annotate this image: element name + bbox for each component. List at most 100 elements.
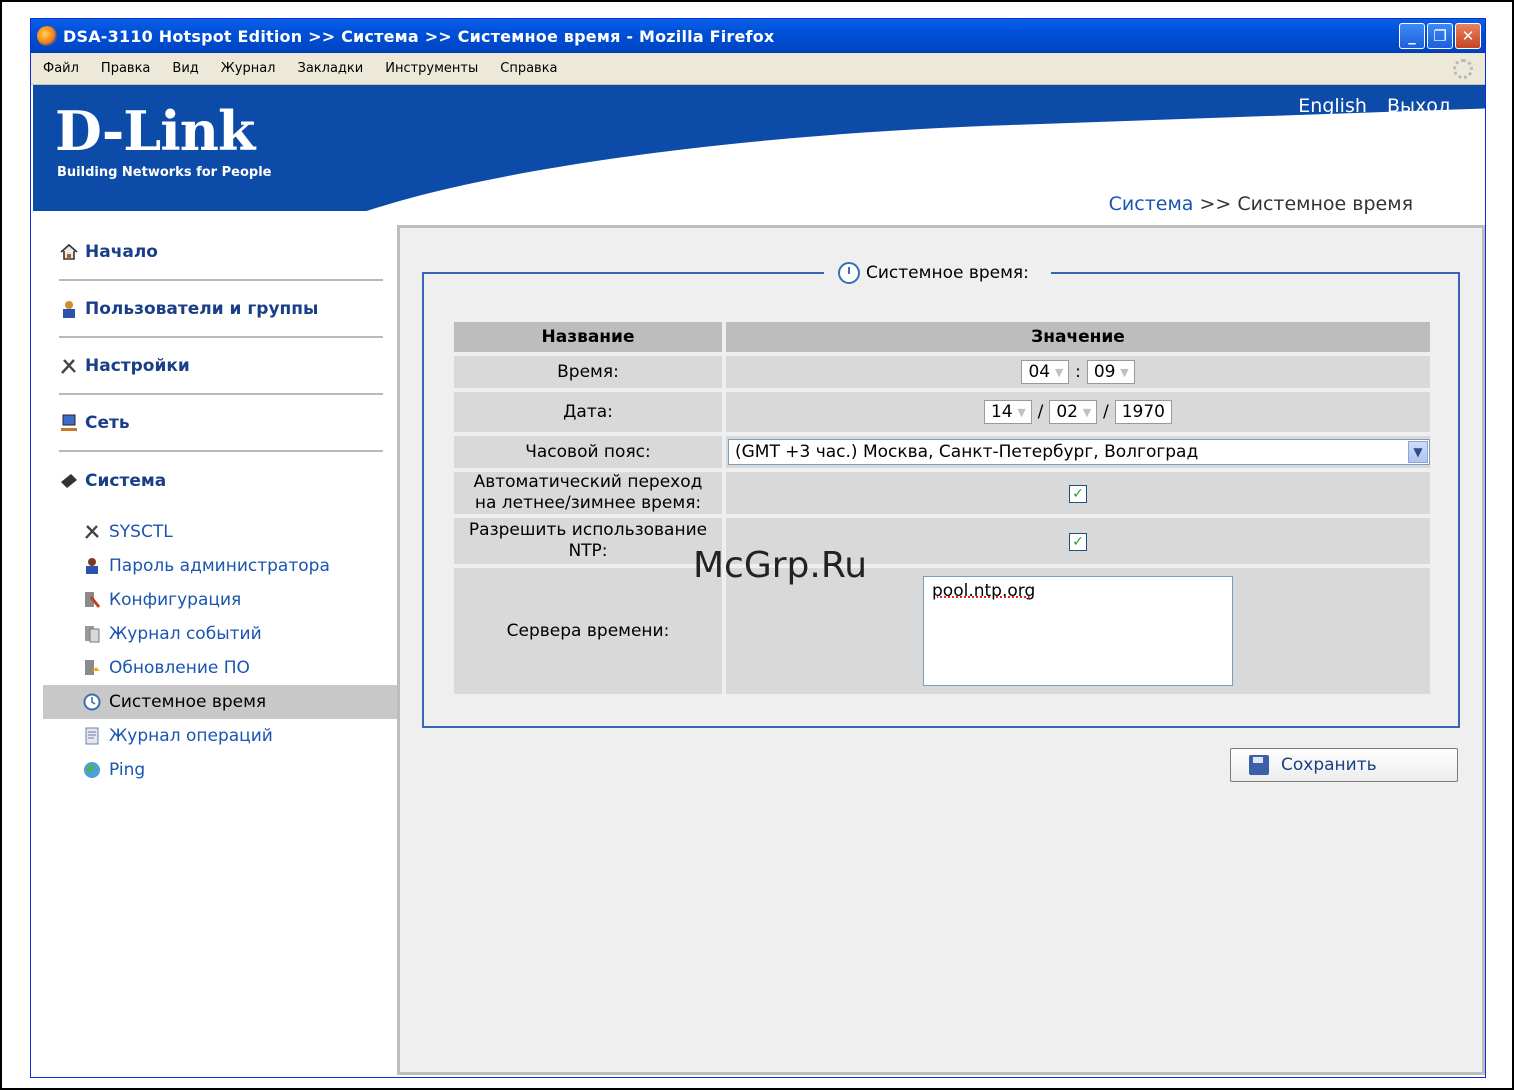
day-value: 14	[990, 402, 1013, 422]
menu-tools[interactable]: Инструменты	[385, 61, 478, 76]
system-time-fieldset: Системное время: Название Значение Время…	[422, 260, 1460, 728]
breadcrumb-system-link[interactable]: Система	[1109, 193, 1194, 215]
day-select[interactable]: 14 ▼	[983, 400, 1032, 424]
column-header-value: Значение	[726, 322, 1430, 352]
time-separator: :	[1075, 362, 1081, 382]
table-row-timezone: Часовой пояс: (GMT +3 час.) Москва, Санк…	[454, 436, 1430, 468]
sidebar-item-network[interactable]: Сеть	[59, 396, 383, 452]
chevron-down-icon: ▼	[1017, 405, 1026, 419]
tools-icon	[61, 359, 76, 374]
menu-edit[interactable]: Правка	[101, 61, 150, 76]
month-select[interactable]: 02 ▼	[1049, 400, 1097, 424]
sidebar-item-users[interactable]: Пользователи и группы	[59, 282, 383, 338]
clock-icon	[838, 262, 860, 284]
restore-button[interactable]: ❐	[1427, 23, 1453, 49]
dst-checkbox[interactable]: ✓	[1069, 485, 1087, 503]
timezone-select[interactable]: (GMT +3 час.) Москва, Санкт-Петербург, В…	[728, 439, 1430, 465]
save-button[interactable]: Сохранить	[1230, 748, 1458, 782]
chevron-down-icon: ▼	[1054, 365, 1064, 379]
logo-tagline: Building Networks for People	[57, 165, 272, 180]
minutes-select[interactable]: 09 ▼	[1086, 360, 1135, 384]
hours-select[interactable]: 04 ▼	[1021, 360, 1070, 384]
sidebar-subitem-label: Журнал событий	[109, 624, 262, 644]
sidebar-subitem-firmware-update[interactable]: Обновление ПО	[43, 651, 399, 685]
menu-file[interactable]: Файл	[43, 61, 79, 76]
window-title: DSA-3110 Hotspot Edition >> Система >> С…	[63, 26, 775, 46]
dlink-logo: D-Link	[55, 99, 255, 163]
menu-view[interactable]: Вид	[172, 61, 198, 76]
sidebar-subitem-system-time[interactable]: Системное время	[43, 685, 399, 719]
sidebar-item-system[interactable]: Система	[59, 453, 383, 509]
menu-history[interactable]: Журнал	[221, 61, 276, 76]
time-servers-value: pool.ntp.org	[932, 581, 1036, 601]
sidebar-item-home[interactable]: Начало	[59, 225, 383, 281]
menu-help[interactable]: Справка	[500, 61, 557, 76]
english-link[interactable]: English	[1298, 95, 1367, 117]
sidebar-subitem-label: Ping	[109, 760, 146, 780]
wrench-icon	[85, 525, 99, 539]
sidebar-subitem-operations-log[interactable]: Журнал операций	[43, 719, 399, 753]
ntp-label-line-2: NTP:	[568, 541, 608, 561]
menu-bookmarks[interactable]: Закладки	[298, 61, 364, 76]
sidebar: Начало Пользователи и группы Настройки С…	[43, 225, 399, 785]
breadcrumb-separator: >>	[1193, 193, 1238, 215]
dst-label-line-2: на летнее/зимнее время:	[474, 493, 702, 513]
sidebar-item-label: Сеть	[85, 413, 130, 433]
window-controls: _ ❐ ✕	[1399, 23, 1481, 49]
sidebar-item-label: Настройки	[85, 356, 190, 376]
minutes-value: 09	[1093, 362, 1116, 382]
config-icon	[85, 592, 101, 608]
sidebar-subitem-admin-password[interactable]: Пароль администратора	[43, 549, 399, 583]
sidebar-subitem-ping[interactable]: Ping	[43, 753, 399, 787]
sidebar-subitem-label: Пароль администратора	[109, 556, 330, 576]
close-button[interactable]: ✕	[1455, 23, 1481, 49]
admin-user-icon	[86, 558, 98, 574]
date-controls: 14 ▼ / 02 ▼ / 1970	[726, 400, 1430, 424]
content-panel: Системное время: Название Значение Время…	[397, 225, 1485, 1075]
operations-log-icon	[85, 727, 99, 745]
date-separator: /	[1037, 402, 1044, 422]
sidebar-subitem-label: Журнал операций	[109, 726, 273, 746]
sidebar-item-label: Система	[85, 471, 167, 491]
timezone-value-cell: (GMT +3 час.) Москва, Санкт-Петербург, В…	[726, 436, 1430, 468]
ping-icon	[84, 762, 100, 778]
sidebar-subitem-sysctl[interactable]: SYSCTL	[43, 515, 399, 549]
network-icon	[61, 414, 77, 431]
throbber-icon	[1453, 59, 1473, 79]
timezone-label: Часовой пояс:	[454, 436, 722, 468]
column-header-name: Название	[454, 322, 722, 352]
sidebar-item-label: Пользователи и группы	[85, 299, 319, 319]
logout-link[interactable]: Выход	[1387, 95, 1451, 117]
ntp-label: Разрешить использование NTP:	[454, 518, 722, 564]
date-value-cell: 14 ▼ / 02 ▼ / 1970	[726, 392, 1430, 432]
save-button-label: Сохранить	[1281, 755, 1377, 775]
system-icon	[61, 474, 77, 488]
settings-table: Название Значение Время: 04 ▼ : 09 ▼ Дата:	[450, 318, 1434, 698]
sidebar-subitem-label: Системное время	[109, 692, 267, 712]
table-row-date: Дата: 14 ▼ / 02 ▼ / 1970	[454, 392, 1430, 432]
watermark: McGrp.Ru	[693, 545, 868, 586]
chevron-down-icon: ▼	[1082, 405, 1092, 419]
table-row-dst: Автоматический переход на летнее/зимнее …	[454, 472, 1430, 514]
timezone-value: (GMT +3 час.) Москва, Санкт-Петербург, В…	[735, 442, 1199, 462]
floppy-disk-icon	[1249, 755, 1269, 775]
event-log-icon	[85, 626, 100, 643]
breadcrumb-current: Системное время	[1237, 193, 1413, 215]
sidebar-subitem-event-log[interactable]: Журнал событий	[43, 617, 399, 651]
sidebar-item-settings[interactable]: Настройки	[59, 339, 383, 395]
year-input[interactable]: 1970	[1114, 400, 1172, 424]
time-servers-textarea[interactable]: pool.ntp.org	[923, 576, 1233, 686]
table-row-ntp: Разрешить использование NTP: ✓	[454, 518, 1430, 564]
title-bar: DSA-3110 Hotspot Edition >> Система >> С…	[31, 19, 1485, 53]
minimize-button[interactable]: _	[1399, 23, 1425, 49]
dst-label: Автоматический переход на летнее/зимнее …	[454, 472, 722, 514]
table-header-row: Название Значение	[454, 322, 1430, 352]
time-label: Время:	[454, 356, 722, 388]
sidebar-subitem-configuration[interactable]: Конфигурация	[43, 583, 399, 617]
browser-window: DSA-3110 Hotspot Edition >> Система >> С…	[30, 18, 1486, 1078]
sidebar-subitem-label: Обновление ПО	[109, 658, 250, 678]
ntp-checkbox[interactable]: ✓	[1069, 533, 1087, 551]
ntp-label-line-1: Разрешить использование	[468, 520, 708, 540]
screenshot-frame: DSA-3110 Hotspot Edition >> Система >> С…	[0, 0, 1514, 1090]
home-icon	[60, 243, 78, 260]
